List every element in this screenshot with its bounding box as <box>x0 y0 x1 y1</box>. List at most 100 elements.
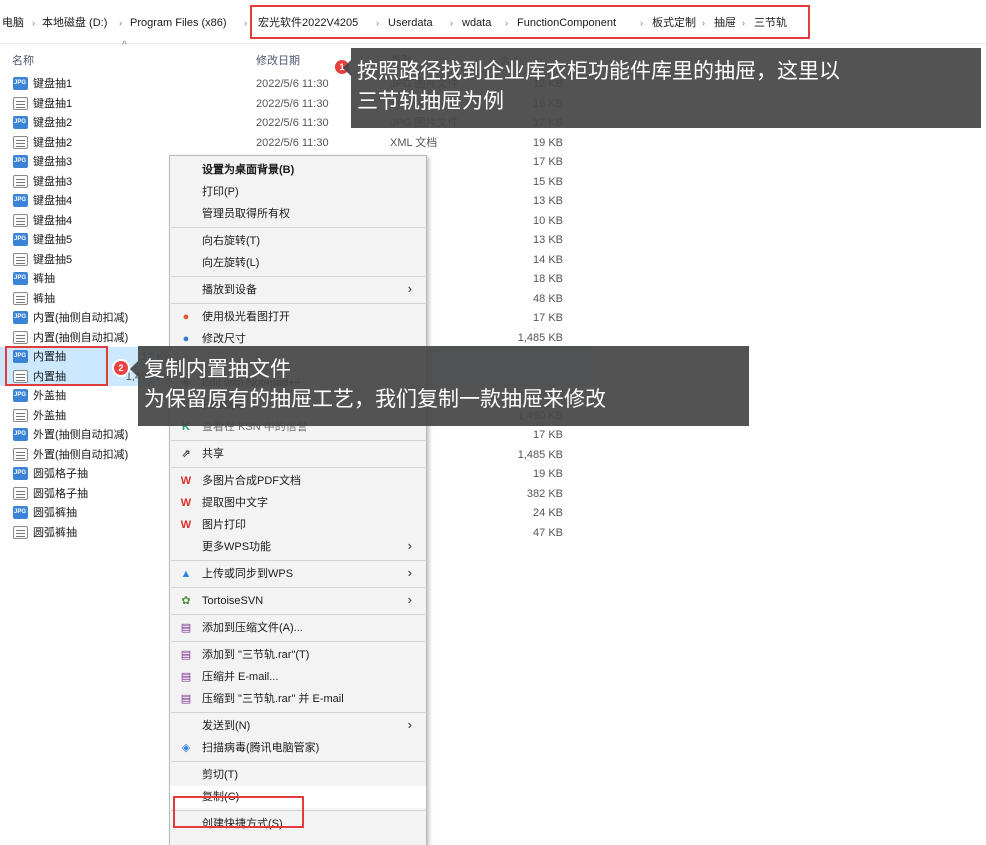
menu-item-label: 上传或同步到WPS <box>202 568 294 580</box>
aurora-viewer-icon: ● <box>182 311 190 323</box>
menu-item[interactable]: W 图片打印 <box>170 514 426 536</box>
xml-file-icon <box>13 447 28 461</box>
step-badge-2: 2 <box>114 361 128 375</box>
file-type: XML 文档 <box>390 136 438 149</box>
file-size: 19 KB <box>533 136 563 149</box>
file-row[interactable]: 键盘抽4档10 KB <box>0 211 985 231</box>
breadcrumb-item[interactable]: 电脑 <box>2 16 24 30</box>
file-size: 17 KB <box>533 429 563 441</box>
menu-separator <box>171 227 425 228</box>
file-row[interactable]: 外置(抽侧自动扣减)片文件17 KB <box>0 425 985 445</box>
file-row[interactable]: 内置(抽侧自动扣减)片文件17 KB <box>0 308 985 328</box>
callout-step-1: 按照路径找到企业库衣柜功能件库里的抽屉，这里以 三节轨抽屉为例 <box>351 48 981 128</box>
file-row[interactable]: 键盘抽2 2022/5/6 11:30 XML 文档 19 KB <box>0 133 985 153</box>
menu-item[interactable]: ● 使用极光看图打开 <box>170 306 426 328</box>
submenu-arrow-icon: › <box>407 538 412 553</box>
file-name: 圆弧格子抽 <box>33 487 88 500</box>
file-row[interactable]: 裤抽档48 KB <box>0 289 985 309</box>
file-date: 2022/5/6 11:30 <box>256 78 329 90</box>
file-name: 外盖抽 <box>33 409 66 422</box>
xml-file-icon <box>13 96 28 110</box>
menu-item[interactable]: ▤ 压缩并 E-mail... <box>170 666 426 688</box>
menu-item[interactable]: 发送到(N) › <box>170 715 426 737</box>
file-name: 圆弧格子抽 <box>33 468 88 480</box>
winrar-icon: ▤ <box>180 671 192 683</box>
menu-item[interactable]: ◈ 扫描病毒(腾讯电脑管家) <box>170 737 426 759</box>
file-row[interactable]: 圆弧裤抽档47 KB <box>0 523 985 543</box>
file-row[interactable]: 内置(抽侧自动扣减)档1,485 KB <box>0 328 985 348</box>
menu-item[interactable]: W 提取图中文字 <box>170 492 426 514</box>
menu-separator <box>171 614 425 615</box>
column-header-name[interactable]: 名称 <box>12 52 34 68</box>
file-size: 19 KB <box>533 468 563 480</box>
menu-item-label: 添加到压缩文件(A)... <box>202 622 303 634</box>
file-row[interactable]: 键盘抽3档15 KB <box>0 172 985 192</box>
wps-icon: W <box>180 497 192 509</box>
breadcrumb-item[interactable]: 本地磁盘 (D:) <box>42 16 107 30</box>
file-name: 键盘抽2 <box>33 136 73 149</box>
file-name: 键盘抽5 <box>33 253 73 266</box>
menu-item[interactable]: 向左旋转(L) <box>170 252 426 274</box>
file-name: 圆弧裤抽 <box>33 526 77 539</box>
menu-separator <box>171 440 425 441</box>
menu-item[interactable]: 更多WPS功能 › <box>170 536 426 558</box>
xml-file-icon <box>13 213 28 227</box>
file-row[interactable]: 裤抽片文件18 KB <box>0 269 985 289</box>
callout-line: 三节轨抽屉为例 <box>357 89 504 113</box>
column-header-date[interactable]: 修改日期 <box>256 52 300 68</box>
chevron-right-icon: › <box>119 18 122 28</box>
jpg-file-icon <box>13 116 28 129</box>
jpg-file-icon <box>13 428 28 441</box>
wps-icon: W <box>180 519 192 531</box>
menu-item-label: 使用极光看图打开 <box>202 311 290 323</box>
file-row[interactable]: 圆弧格子抽档382 KB <box>0 484 985 504</box>
file-name: 键盘抽4 <box>33 214 73 227</box>
sort-ascending-icon: ^ <box>122 40 127 51</box>
file-row[interactable]: 键盘抽5档14 KB <box>0 250 985 270</box>
xml-file-icon <box>13 252 28 266</box>
file-date: 2022/5/6 11:30 <box>256 97 329 110</box>
file-name: 键盘抽3 <box>33 156 73 168</box>
breadcrumb-item[interactable]: Program Files (x86) <box>130 16 227 30</box>
file-row[interactable]: 键盘抽3片文件17 KB <box>0 152 985 172</box>
chevron-right-icon: › <box>244 18 247 28</box>
file-size: 47 KB <box>533 526 563 539</box>
menu-item[interactable]: ▤ 添加到压缩文件(A)... <box>170 617 426 639</box>
winrar-icon: ▤ <box>180 649 192 661</box>
callout-line: 按照路径找到企业库衣柜功能件库里的抽屉，这里以 <box>357 59 840 83</box>
menu-item[interactable]: ⇗ 共享 <box>170 443 426 465</box>
menu-item[interactable]: 播放到设备 › <box>170 279 426 301</box>
menu-item[interactable]: ▲ 上传或同步到WPS › <box>170 563 426 585</box>
menu-item-label: 添加到 "三节轨.rar"(T) <box>202 649 310 661</box>
menu-item-label: 管理员取得所有权 <box>202 208 290 220</box>
menu-item[interactable]: 管理员取得所有权 <box>170 203 426 225</box>
jpg-file-icon <box>13 233 28 246</box>
file-row[interactable]: 键盘抽5片文件13 KB <box>0 230 985 250</box>
file-date: 2022/5/6 11:30 <box>256 117 329 129</box>
file-name: 裤抽 <box>33 273 55 285</box>
callout-pointer <box>343 60 351 76</box>
menu-item[interactable]: 向右旋转(T) <box>170 230 426 252</box>
menu-item[interactable]: 设置为桌面背景(B) <box>170 159 426 181</box>
menu-item[interactable]: 剪切(T) <box>170 764 426 786</box>
menu-item[interactable]: W 多图片合成PDF文档 <box>170 470 426 492</box>
menu-item[interactable]: ▤ 压缩到 "三节轨.rar" 并 E-mail <box>170 688 426 710</box>
menu-item-label: TortoiseSVN <box>202 595 264 607</box>
menu-separator <box>171 560 425 561</box>
menu-item-label: 发送到(N) <box>202 720 251 732</box>
menu-separator <box>171 276 425 277</box>
submenu-arrow-icon: › <box>407 281 412 296</box>
callout-pointer <box>130 361 138 377</box>
file-row[interactable]: 键盘抽4片文件13 KB <box>0 191 985 211</box>
file-row[interactable]: 外置(抽侧自动扣减)档1,485 KB <box>0 445 985 465</box>
jpg-file-icon <box>13 467 28 480</box>
menu-item[interactable]: ▤ 添加到 "三节轨.rar"(T) <box>170 644 426 666</box>
menu-item-label: 多图片合成PDF文档 <box>202 475 301 487</box>
file-name: 外置(抽侧自动扣减) <box>33 448 129 461</box>
file-row[interactable]: 圆弧格子抽片文件19 KB <box>0 464 985 484</box>
file-row[interactable]: 圆弧裤抽片文件24 KB <box>0 503 985 523</box>
tortoisesvn-icon: ✿ <box>181 595 191 607</box>
menu-item[interactable]: 打印(P) <box>170 181 426 203</box>
wps-icon: W <box>180 475 192 487</box>
menu-item[interactable]: ✿ TortoiseSVN › <box>170 590 426 612</box>
